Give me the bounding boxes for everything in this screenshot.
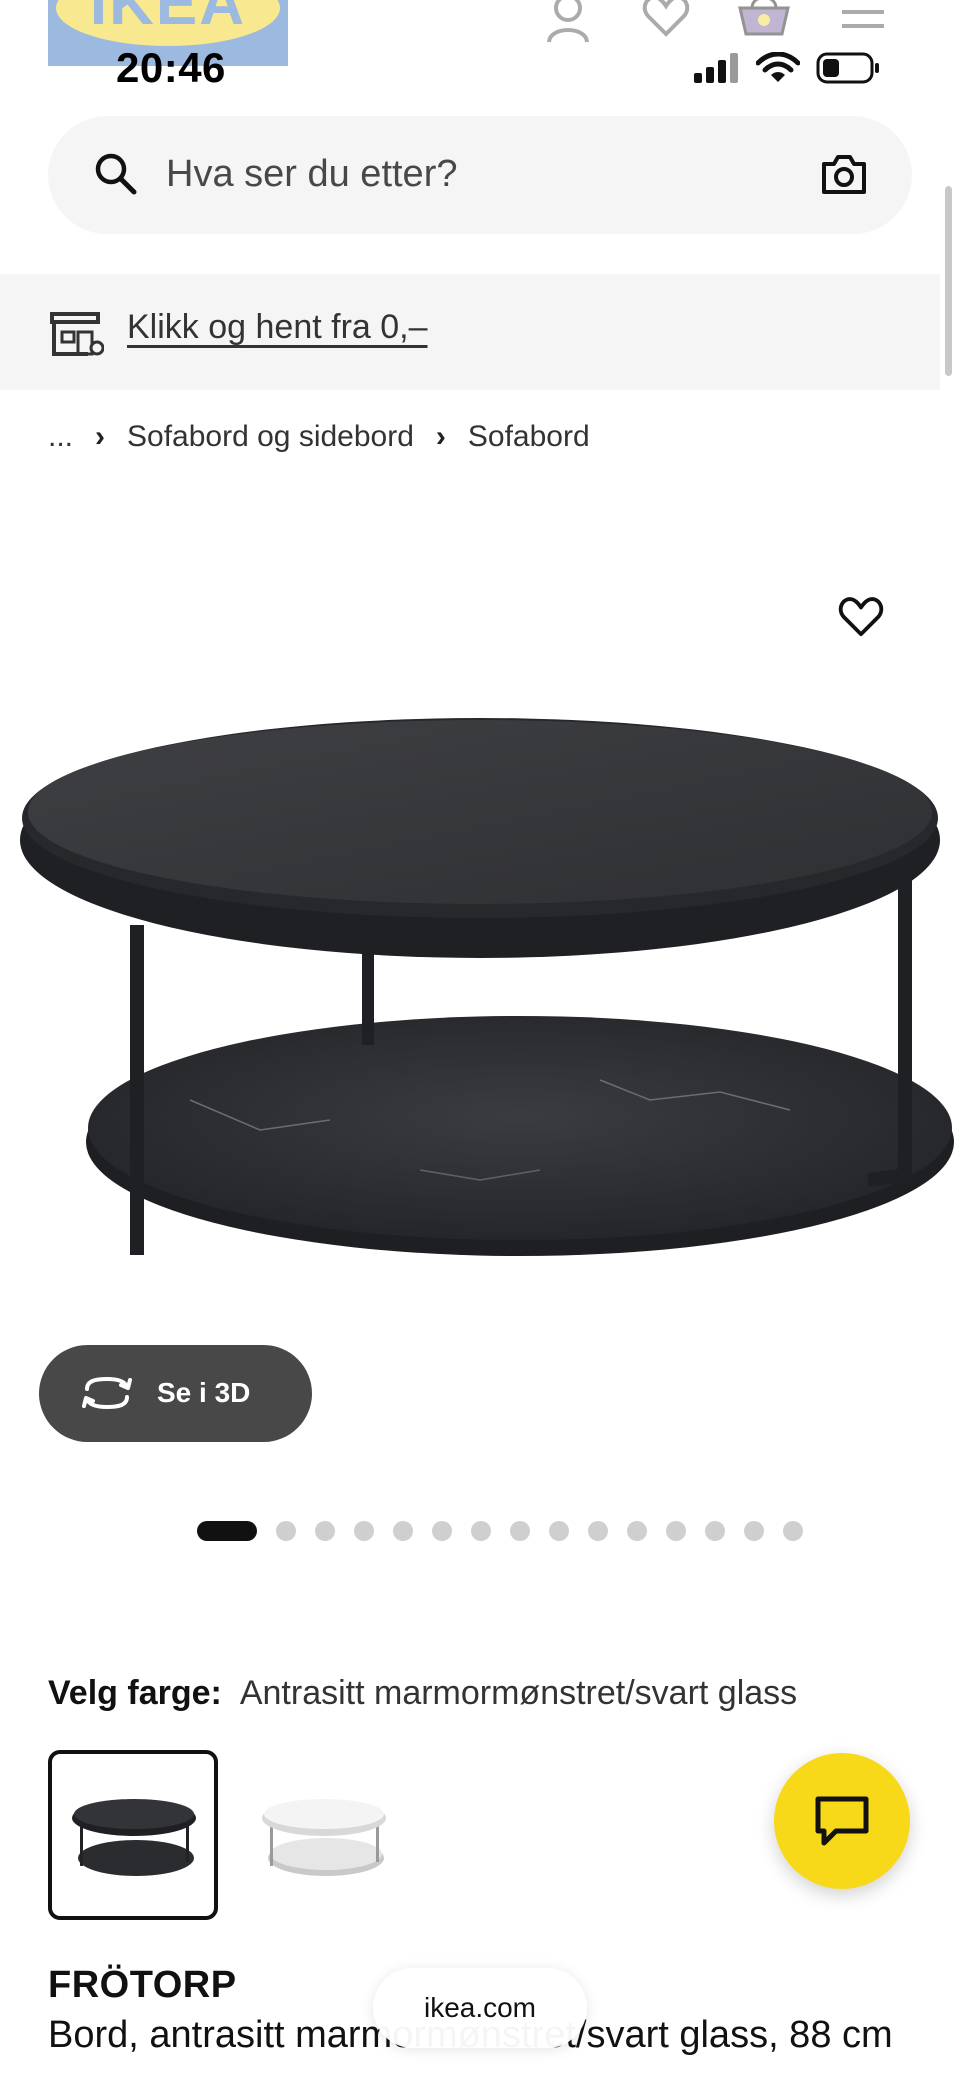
dark-table-thumbnail <box>72 1799 196 1876</box>
camera-icon[interactable] <box>820 154 868 196</box>
search-icon[interactable] <box>94 152 138 196</box>
status-time: 20:46 <box>116 44 226 91</box>
product-image[interactable] <box>0 700 960 1340</box>
carousel-dot[interactable] <box>783 1521 803 1541</box>
status-icons <box>694 52 880 84</box>
see-in-3d-label: Se i 3D <box>157 1377 251 1408</box>
scrollbar[interactable] <box>945 186 952 376</box>
see-in-3d-button[interactable]: Se i 3D <box>39 1345 312 1442</box>
carousel-dot[interactable] <box>549 1521 569 1541</box>
add-to-favourites-icon[interactable] <box>838 596 884 638</box>
carousel-dot[interactable] <box>197 1521 257 1541</box>
chat-button[interactable] <box>774 1753 910 1889</box>
search-input[interactable]: Hva ser du etter? <box>166 153 457 196</box>
top-header: IKEA 20:46 <box>0 0 960 100</box>
heart-icon[interactable] <box>642 0 690 38</box>
breadcrumb-item-sofabord[interactable]: Sofabord <box>468 420 590 454</box>
browser-url: ikea.com <box>423 1992 537 2023</box>
search-bar[interactable]: Hva ser du etter? <box>48 116 912 234</box>
basket-icon[interactable] <box>736 0 792 38</box>
pickup-banner[interactable]: Klikk og hent fra 0,– <box>0 274 940 390</box>
breadcrumb: ... › Sofabord og sidebord › Sofabord <box>48 420 590 454</box>
white-table-thumbnail <box>262 1799 386 1876</box>
logo-text: IKEA <box>89 0 247 38</box>
color-value: Antrasitt marmormønstret/svart glass <box>239 1674 798 1712</box>
chevron-right-icon: › <box>435 420 446 453</box>
carousel-dot[interactable] <box>666 1521 686 1541</box>
chevron-right-icon: › <box>95 420 106 453</box>
carousel-dot[interactable] <box>432 1521 452 1541</box>
wifi-icon <box>756 52 800 82</box>
hamburger-menu-icon[interactable] <box>842 0 884 30</box>
color-option-dark[interactable] <box>48 1750 218 1920</box>
breadcrumb-ellipsis[interactable]: ... <box>48 420 73 454</box>
carousel-dot[interactable] <box>705 1521 725 1541</box>
carousel-dot[interactable] <box>393 1521 413 1541</box>
chat-bubble-icon <box>815 1796 869 1846</box>
carousel-dot[interactable] <box>744 1521 764 1541</box>
carousel-dot[interactable] <box>510 1521 530 1541</box>
carousel-dot[interactable] <box>315 1521 335 1541</box>
browser-url-pill[interactable]: ikea.com <box>373 1968 587 2048</box>
user-icon[interactable] <box>546 0 590 44</box>
product-name: FRÖTORP <box>48 1964 237 2006</box>
store-pickup-icon <box>50 312 104 356</box>
carousel-pagination <box>197 1521 822 1541</box>
color-chooser: Velg farge: Antrasitt marmormønstret/svar… <box>48 1674 797 1713</box>
color-label: Velg farge: <box>48 1674 222 1712</box>
carousel-dot[interactable] <box>354 1521 374 1541</box>
rotate-3d-icon <box>82 1376 132 1410</box>
carousel-dot[interactable] <box>276 1521 296 1541</box>
carousel-dot[interactable] <box>588 1521 608 1541</box>
pickup-link[interactable]: Klikk og hent fra 0,– <box>127 308 428 347</box>
carousel-dot[interactable] <box>471 1521 491 1541</box>
battery-icon <box>816 52 879 84</box>
breadcrumb-item-sofabord-og-sidebord[interactable]: Sofabord og sidebord <box>127 420 414 454</box>
color-option-white[interactable] <box>238 1750 408 1920</box>
cellular-signal-icon <box>694 53 738 83</box>
carousel-dot[interactable] <box>627 1521 647 1541</box>
